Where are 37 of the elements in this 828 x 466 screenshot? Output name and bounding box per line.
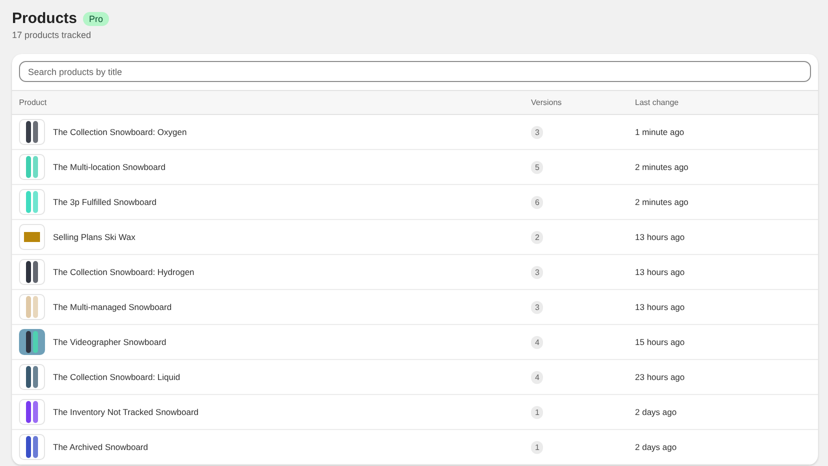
column-header: Versions — [531, 98, 563, 107]
last-change-time: 1 minute ago — [635, 127, 686, 137]
last-change-time: 13 hours ago — [635, 232, 686, 242]
version-count: 2 — [531, 230, 544, 244]
last-change-time: 2 minutes ago — [635, 162, 690, 172]
version-count: 3 — [531, 266, 544, 278]
page-title: Products — [12, 10, 78, 27]
product-title[interactable]: The Multi-location Snowboard — [53, 162, 166, 172]
column-header: Product — [18, 98, 48, 107]
last-change-time: 2 days ago — [635, 442, 678, 452]
last-change-time: 23 hours ago — [635, 372, 686, 382]
search-field[interactable]: Search products by title — [19, 61, 811, 82]
version-count: 4 — [531, 336, 544, 348]
product-title[interactable]: The Collection Snowboard: Hydrogen — [53, 267, 194, 277]
version-count: 3 — [531, 126, 544, 138]
version-count: 3 — [531, 300, 544, 314]
version-count: 1 — [531, 440, 544, 454]
last-change-time: 2 minutes ago — [635, 197, 690, 207]
product-title[interactable]: The Archived Snowboard — [53, 442, 148, 452]
version-count: 4 — [531, 370, 544, 384]
products-count: 17 products tracked — [12, 30, 92, 40]
version-count: 5 — [531, 160, 544, 174]
product-title[interactable]: The Collection Snowboard: Oxygen — [53, 127, 187, 137]
product-title[interactable]: The Multi-managed Snowboard — [53, 302, 172, 312]
product-title[interactable]: The Collection Snowboard: Liquid — [53, 372, 180, 382]
version-count: 6 — [531, 196, 544, 208]
product-title[interactable]: The Inventory Not Tracked Snowboard — [53, 407, 199, 417]
last-change-time: 13 hours ago — [635, 302, 686, 312]
product-title[interactable]: The 3p Fulfilled Snowboard — [53, 197, 156, 207]
plan-badge: Pro — [83, 12, 110, 26]
last-change-time: 2 days ago — [635, 407, 678, 417]
last-change-time: 15 hours ago — [635, 337, 686, 347]
column-header: Last change — [635, 98, 680, 107]
product-title[interactable]: The Videographer Snowboard — [53, 337, 166, 347]
product-title[interactable]: Selling Plans Ski Wax — [53, 232, 136, 242]
version-count: 1 — [531, 406, 544, 418]
last-change-time: 13 hours ago — [635, 267, 686, 277]
